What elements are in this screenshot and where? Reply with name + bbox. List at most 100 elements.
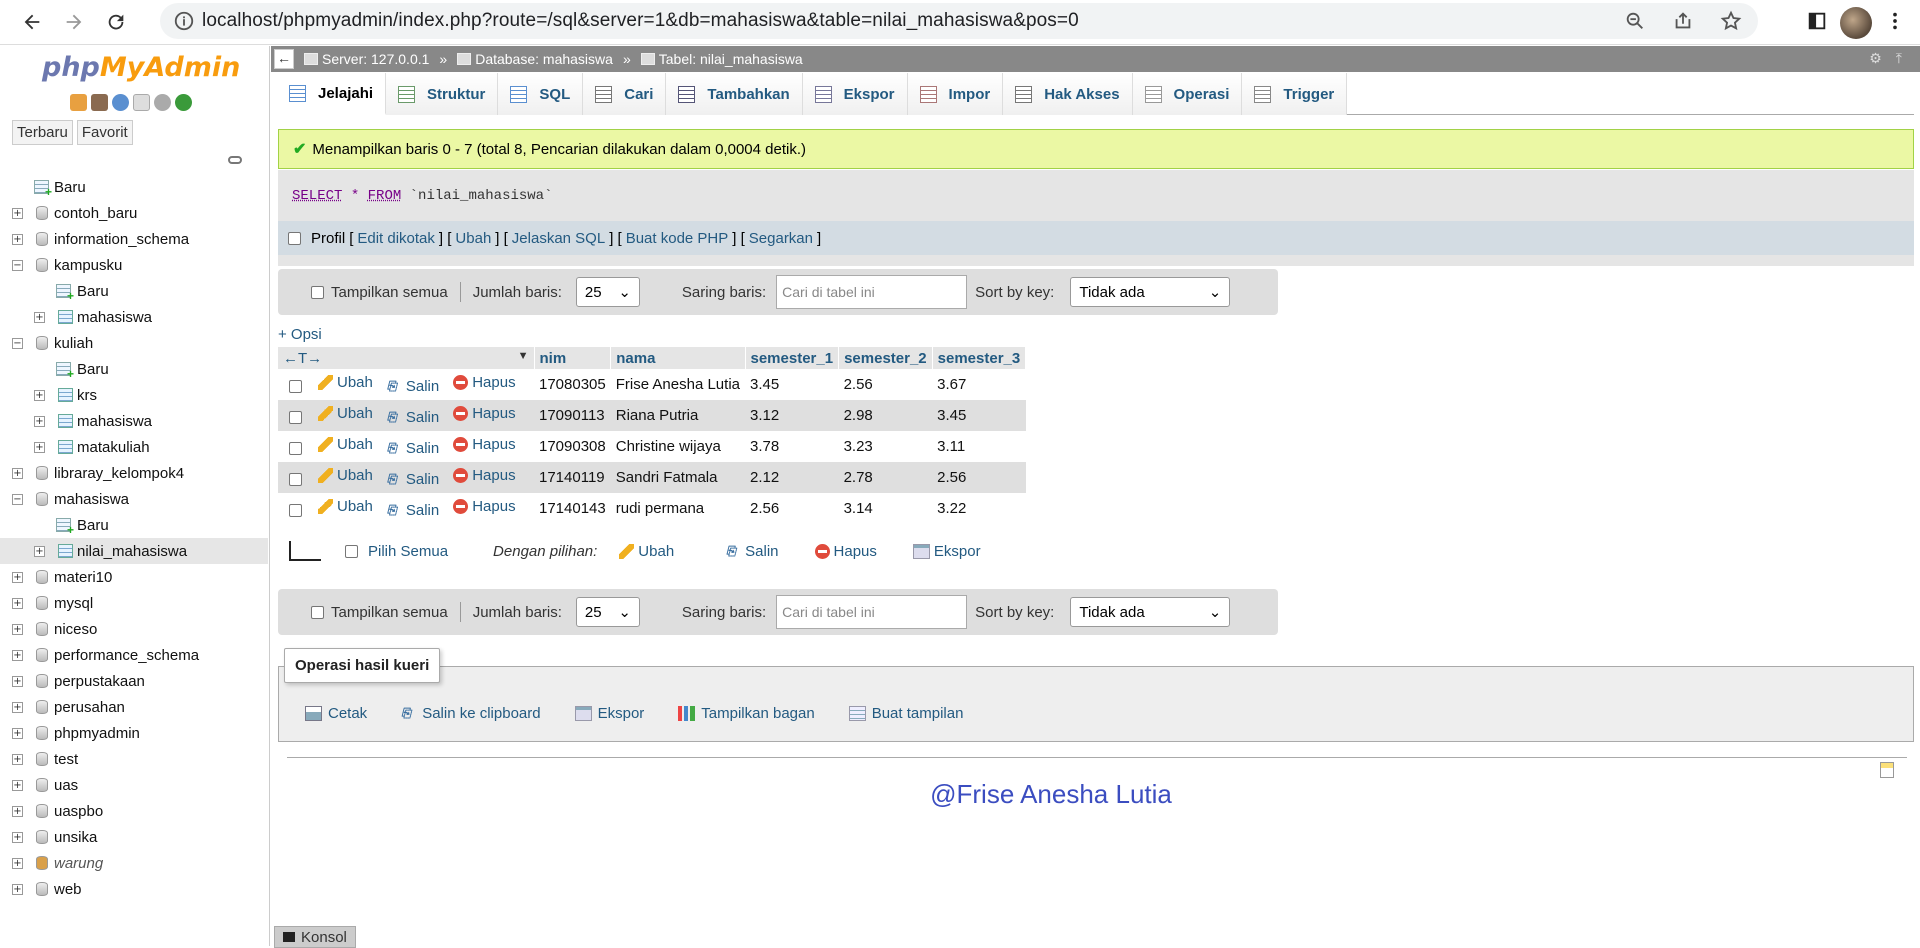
- row-checkbox[interactable]: [289, 473, 302, 486]
- tree-item-label[interactable]: mahasiswa: [54, 491, 129, 508]
- logout-icon[interactable]: [91, 94, 108, 111]
- tree-item-perusahan[interactable]: + perusahan: [0, 694, 268, 720]
- collapse-icon[interactable]: −: [12, 260, 23, 271]
- tree-item-niceso[interactable]: + niceso: [0, 616, 268, 642]
- cell-semester-1[interactable]: 2.56: [745, 493, 839, 524]
- cell-nama[interactable]: Sandri Fatmala: [611, 462, 745, 493]
- row-edit-link[interactable]: Ubah: [318, 498, 373, 515]
- cell-nim[interactable]: 17090113: [534, 400, 611, 431]
- cell-semester-2[interactable]: 2.98: [839, 400, 933, 431]
- tree-item-mahasiswa[interactable]: − mahasiswa: [0, 486, 268, 512]
- maximize-icon[interactable]: ⤒: [1896, 50, 1902, 67]
- row-delete-link[interactable]: Hapus: [453, 498, 515, 515]
- refresh-icon[interactable]: [175, 94, 192, 111]
- cell-semester-3[interactable]: 3.67: [932, 369, 1026, 400]
- expand-icon[interactable]: +: [34, 416, 45, 427]
- print-button[interactable]: Cetak: [305, 705, 367, 722]
- expand-icon[interactable]: +: [34, 312, 45, 323]
- breadcrumb-table[interactable]: Tabel: nilai_mahasiswa: [641, 51, 803, 67]
- tree-item-label[interactable]: nilai_mahasiswa: [77, 543, 187, 560]
- column-header-semester-3[interactable]: semester_3: [932, 347, 1026, 369]
- expand-icon[interactable]: +: [34, 546, 45, 557]
- bulk-copy-button[interactable]: ⎘ Salin: [726, 543, 778, 560]
- tree-item-phpmyadmin[interactable]: + phpmyadmin: [0, 720, 268, 746]
- row-delete-link[interactable]: Hapus: [453, 467, 515, 484]
- tree-item-baru[interactable]: Baru: [0, 174, 268, 200]
- tree-item-label[interactable]: matakuliah: [77, 439, 150, 456]
- cell-semester-2[interactable]: 3.23: [839, 431, 933, 462]
- expand-icon[interactable]: +: [12, 728, 23, 739]
- row-copy-link[interactable]: ⎘ Salin: [387, 471, 439, 488]
- tree-item-label[interactable]: Baru: [54, 179, 86, 196]
- collapse-icon[interactable]: −: [12, 494, 23, 505]
- cell-semester-3[interactable]: 3.45: [932, 400, 1026, 431]
- cell-semester-1[interactable]: 2.12: [745, 462, 839, 493]
- create-php-link[interactable]: Buat kode PHP: [626, 230, 729, 247]
- tree-item-label[interactable]: mahasiswa: [77, 413, 152, 430]
- rows-select[interactable]: 25 ⌄: [576, 277, 640, 307]
- expand-icon[interactable]: +: [12, 754, 23, 765]
- cell-nim[interactable]: 17090308: [534, 431, 611, 462]
- row-copy-link[interactable]: ⎘ Salin: [387, 409, 439, 426]
- tree-item-label[interactable]: unsika: [54, 829, 97, 846]
- tree-item-krs[interactable]: + krs: [0, 382, 268, 408]
- edit-link[interactable]: Ubah: [455, 230, 491, 247]
- tab-trigger[interactable]: Trigger: [1242, 73, 1347, 115]
- check-all-label[interactable]: Pilih Semua: [368, 543, 448, 560]
- column-header-nama[interactable]: nama: [611, 347, 745, 369]
- refresh-link[interactable]: Segarkan: [749, 230, 813, 247]
- row-delete-link[interactable]: Hapus: [453, 374, 515, 391]
- tab-hak-akses[interactable]: Hak Akses: [1003, 73, 1132, 115]
- expand-icon[interactable]: +: [12, 858, 23, 869]
- tab-sql[interactable]: SQL: [498, 73, 583, 115]
- expand-icon[interactable]: +: [34, 390, 45, 401]
- share-icon[interactable]: [1666, 4, 1700, 38]
- tree-item-information-schema[interactable]: + information_schema: [0, 226, 268, 252]
- url-text[interactable]: localhost/phpmyadmin/index.php?route=/sq…: [202, 10, 1079, 32]
- column-header-semester-2[interactable]: semester_2: [839, 347, 933, 369]
- reload-button[interactable]: [96, 4, 136, 40]
- tree-item-label[interactable]: performance_schema: [54, 647, 199, 664]
- copy-clipboard-button[interactable]: ⎘ Salin ke clipboard: [401, 705, 540, 722]
- filter-rows-input[interactable]: Cari di tabel ini: [776, 595, 967, 629]
- tree-item-label[interactable]: krs: [77, 387, 97, 404]
- tree-item-baru[interactable]: Baru: [0, 356, 268, 382]
- expand-icon[interactable]: +: [12, 572, 23, 583]
- column-header-nim[interactable]: nim: [534, 347, 611, 369]
- home-icon[interactable]: [70, 94, 87, 111]
- expand-icon[interactable]: +: [12, 598, 23, 609]
- tab-operasi[interactable]: Operasi: [1133, 73, 1243, 115]
- tree-item-label[interactable]: kuliah: [54, 335, 93, 352]
- tree-item-label[interactable]: uaspbo: [54, 803, 103, 820]
- tree-item-label[interactable]: perusahan: [54, 699, 125, 716]
- row-checkbox[interactable]: [289, 504, 302, 517]
- edit-inline-link[interactable]: Edit dikotak: [357, 230, 435, 247]
- tree-item-contoh-baru[interactable]: + contoh_baru: [0, 200, 268, 226]
- cell-semester-2[interactable]: 3.14: [839, 493, 933, 524]
- tree-item-kampusku[interactable]: − kampusku: [0, 252, 268, 278]
- cell-nim[interactable]: 17140143: [534, 493, 611, 524]
- tree-item-label[interactable]: Baru: [77, 361, 109, 378]
- cell-nama[interactable]: Christine wijaya: [611, 431, 745, 462]
- row-checkbox[interactable]: [289, 442, 302, 455]
- tree-item-label[interactable]: phpmyadmin: [54, 725, 140, 742]
- tree-item-label[interactable]: niceso: [54, 621, 97, 638]
- collapse-icon[interactable]: −: [12, 338, 23, 349]
- tree-item-label[interactable]: materi10: [54, 569, 112, 586]
- show-all-checkbox[interactable]: [311, 286, 324, 299]
- tree-item-baru[interactable]: Baru: [0, 278, 268, 304]
- tree-item-mysql[interactable]: + mysql: [0, 590, 268, 616]
- zoom-icon[interactable]: [1618, 4, 1652, 38]
- page-settings-icon[interactable]: ⚙: [1869, 50, 1882, 67]
- recent-tab[interactable]: Terbaru: [12, 120, 73, 145]
- filter-rows-input[interactable]: Cari di tabel ini: [776, 275, 967, 309]
- link-with-main-icon[interactable]: [228, 156, 242, 164]
- tree-item-mahasiswa[interactable]: + mahasiswa: [0, 304, 268, 330]
- row-copy-link[interactable]: ⎘ Salin: [387, 440, 439, 457]
- tree-item-kuliah[interactable]: − kuliah: [0, 330, 268, 356]
- bulk-delete-button[interactable]: Hapus: [815, 543, 877, 560]
- cell-nim[interactable]: 17080305: [534, 369, 611, 400]
- display-chart-button[interactable]: Tampilkan bagan: [678, 705, 814, 722]
- tab-ekspor[interactable]: Ekspor: [803, 73, 908, 115]
- back-button[interactable]: [12, 4, 52, 40]
